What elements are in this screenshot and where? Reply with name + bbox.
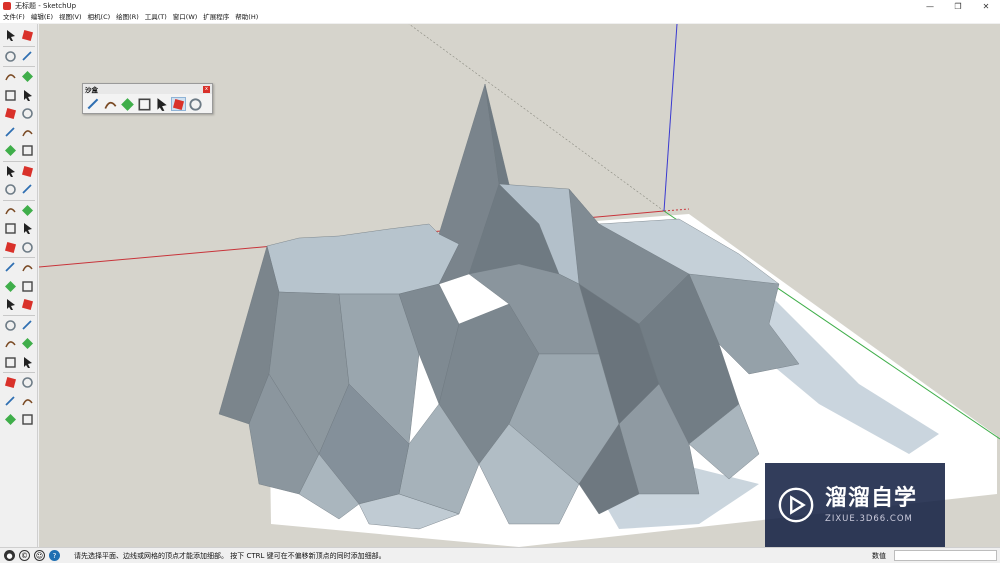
move-icon[interactable]: [3, 164, 18, 179]
pencil-line-icon[interactable]: [3, 69, 18, 84]
window-controls: — ❐ ✕: [916, 0, 1000, 12]
sandbox-toolbar: 沙盒 x: [82, 83, 213, 114]
offset-icon[interactable]: [20, 203, 35, 218]
from-scratch-icon[interactable]: [103, 97, 118, 111]
position-camera-icon[interactable]: [3, 336, 18, 351]
green-axis-dashed: [408, 24, 665, 212]
menu-draw[interactable]: 绘图(R): [113, 12, 142, 23]
sandbox-close-button[interactable]: x: [203, 85, 210, 93]
pie-icon[interactable]: [20, 143, 35, 158]
terrain-mesh: [218, 83, 800, 530]
3d-text-icon[interactable]: [20, 260, 35, 275]
toolbar-separator: [3, 45, 35, 47]
menu-edit[interactable]: 编辑(E): [28, 12, 56, 23]
stamp-icon[interactable]: [137, 97, 152, 111]
pan-icon[interactable]: [20, 279, 35, 294]
component-icon[interactable]: [20, 28, 35, 43]
watermark-brand: 溜溜自学: [825, 486, 918, 511]
zoom-icon[interactable]: [3, 297, 18, 312]
menu-help[interactable]: 帮助(H): [232, 12, 261, 23]
scale-icon[interactable]: [3, 203, 18, 218]
two-point-arc-icon[interactable]: [20, 125, 35, 140]
instructor-info-icon[interactable]: ?: [49, 550, 60, 561]
restore-button[interactable]: ❐: [944, 0, 972, 12]
watermark-site: ZIXUE.3D66.COM: [825, 514, 913, 524]
credits-icon[interactable]: ©: [19, 550, 30, 561]
status-message: 请先选择平面、边线或网格的顶点才能添加细部。 按下 CTRL 键可在不偏移新顶点…: [74, 551, 386, 560]
toolbar-separator: [3, 314, 35, 316]
protractor-icon[interactable]: [3, 240, 18, 255]
warehouse-icon[interactable]: [3, 375, 18, 390]
user-icon[interactable]: ☺: [34, 550, 45, 561]
text-icon[interactable]: [20, 240, 35, 255]
menu-view[interactable]: 视图(V): [56, 12, 85, 23]
zoom-window-icon[interactable]: [20, 297, 35, 312]
geo-location-icon[interactable]: ●: [4, 550, 15, 561]
sandbox-toolbar-header[interactable]: 沙盒 x: [83, 84, 212, 94]
menu-file[interactable]: 文件(F): [0, 12, 28, 23]
menu-window[interactable]: 窗口(W): [170, 12, 201, 23]
large-tool-set-toolbar: [0, 24, 38, 547]
red-axis-dashed: [663, 208, 690, 212]
freehand-icon[interactable]: [20, 69, 35, 84]
sandbox-toolbar-title: 沙盒: [85, 86, 98, 94]
push-pull-icon[interactable]: [20, 164, 35, 179]
polygon-icon[interactable]: [20, 106, 35, 121]
menu-camera[interactable]: 相机(C): [85, 12, 114, 23]
orbit-icon[interactable]: [3, 279, 18, 294]
rotated-rectangle-icon[interactable]: [20, 88, 35, 103]
smoove-icon[interactable]: [120, 97, 135, 111]
walk-icon[interactable]: [3, 355, 18, 370]
zoom-extents-icon[interactable]: [3, 318, 18, 333]
menu-extensions[interactable]: 扩展程序: [200, 12, 232, 23]
title-bar: 无标题 - SketchUp — ❐ ✕: [0, 0, 1000, 12]
tape-measure-icon[interactable]: [3, 221, 18, 236]
section-plane-icon[interactable]: [20, 355, 35, 370]
menu-bar: 文件(F) 编辑(E) 视图(V) 相机(C) 绘图(R) 工具(T) 窗口(W…: [0, 12, 1000, 23]
from-contours-icon[interactable]: [86, 97, 101, 111]
rectangle-icon[interactable]: [3, 88, 18, 103]
house-icon[interactable]: [3, 412, 18, 427]
toolbar-separator: [3, 372, 35, 373]
status-bar: ● © ☺ ? 请先选择平面、边线或网格的顶点才能添加细部。 按下 CTRL 键…: [0, 547, 1000, 563]
dimension-icon[interactable]: [20, 221, 35, 236]
circle-icon[interactable]: [3, 106, 18, 121]
eraser-icon[interactable]: [20, 49, 35, 64]
extension-warehouse-icon[interactable]: [20, 375, 35, 390]
share-icon[interactable]: [20, 412, 35, 427]
add-detail-icon[interactable]: [171, 97, 186, 111]
sandbox-tools-row: [83, 94, 212, 114]
look-around-icon[interactable]: [20, 336, 35, 351]
toolbar-separator: [3, 199, 35, 201]
minimize-button[interactable]: —: [916, 0, 944, 12]
axes-icon[interactable]: [3, 260, 18, 275]
arc-icon[interactable]: [3, 125, 18, 140]
drape-icon[interactable]: [154, 97, 169, 111]
sketchup-logo-icon: [3, 2, 11, 10]
layout-icon[interactable]: [3, 394, 18, 409]
rotate-icon[interactable]: [3, 182, 18, 197]
toolbar-separator: [3, 66, 35, 67]
watermark: 溜溜自学 ZIXUE.3D66.COM: [765, 463, 945, 547]
extension-manager-icon[interactable]: [20, 394, 35, 409]
flip-edge-icon[interactable]: [188, 97, 203, 111]
toolbar-separator: [3, 257, 35, 258]
play-logo-icon: [778, 487, 814, 523]
three-point-arc-icon[interactable]: [3, 143, 18, 158]
close-button[interactable]: ✕: [972, 0, 1000, 12]
follow-me-icon[interactable]: [20, 182, 35, 197]
blue-axis: [663, 24, 678, 212]
select-icon[interactable]: [3, 28, 18, 43]
measurements-label: 数值: [872, 552, 886, 560]
measurements-input[interactable]: [894, 550, 997, 561]
window-title: 无标题 - SketchUp: [15, 2, 77, 10]
menu-tools[interactable]: 工具(T): [142, 12, 170, 23]
paint-bucket-icon[interactable]: [3, 49, 18, 64]
toolbar-separator: [3, 160, 35, 162]
previous-view-icon[interactable]: [20, 318, 35, 333]
